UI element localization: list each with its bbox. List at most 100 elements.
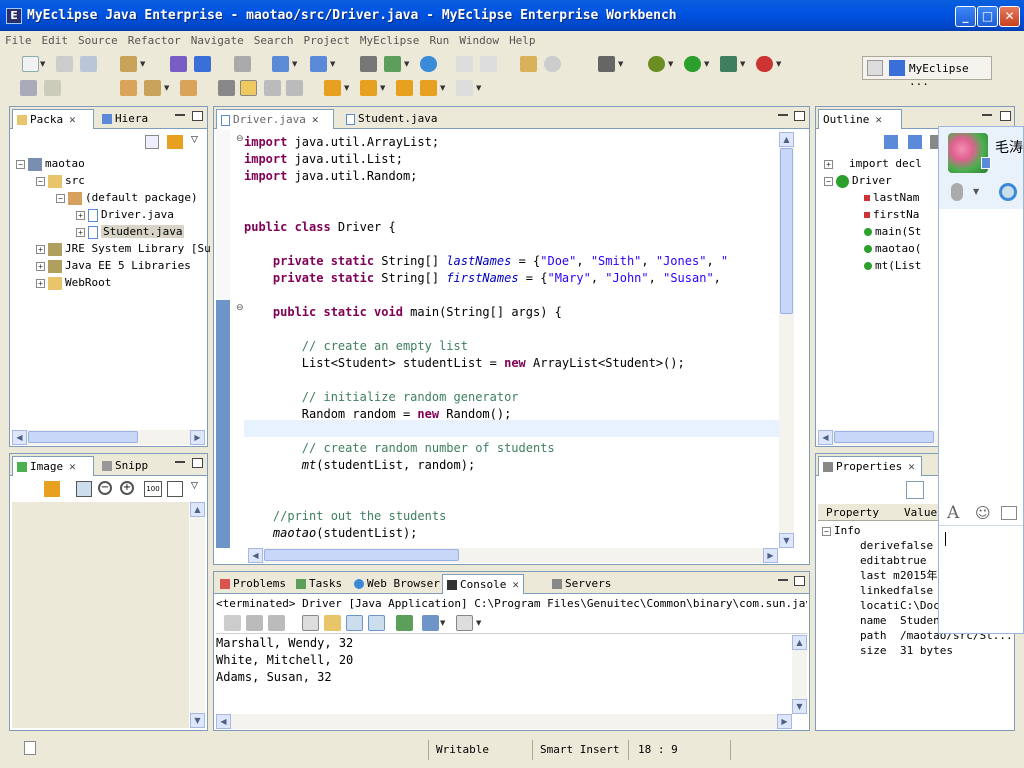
new-interface-icon[interactable] — [310, 56, 327, 72]
highlight-icon[interactable] — [240, 80, 257, 96]
tree-item-driver-java[interactable]: + Driver.java — [76, 206, 174, 223]
pin-console-icon[interactable] — [396, 615, 413, 631]
expand-icon[interactable]: + — [36, 278, 45, 288]
debug-dropdown-icon[interactable]: ▼ — [668, 56, 675, 72]
minimize-view-icon[interactable] — [175, 114, 185, 116]
tab-web-browser[interactable]: Web Browser — [350, 574, 444, 594]
minimize-editor-icon[interactable] — [778, 114, 788, 116]
scroll-left-arrow[interactable]: ◀ — [818, 430, 833, 445]
minimize-view-icon[interactable] — [982, 114, 992, 116]
server-icon[interactable] — [234, 56, 251, 72]
menu-window[interactable]: Window — [454, 31, 504, 47]
collapse-icon[interactable]: − — [16, 159, 25, 169]
console-hscrollbar[interactable]: ◀ ▶ — [216, 714, 792, 729]
annotation-icon[interactable] — [218, 80, 235, 96]
maximize-view-icon[interactable] — [1000, 111, 1011, 121]
tab-problems[interactable]: Problems — [216, 574, 290, 594]
property-column-header[interactable]: Property — [826, 506, 879, 519]
sort-icon[interactable] — [884, 135, 898, 149]
scroll-left-arrow[interactable]: ◀ — [216, 714, 231, 729]
display-console-dropdown-icon[interactable]: ▼ — [440, 615, 447, 631]
fit-image-icon[interactable] — [76, 481, 92, 497]
outline-item-lastnames[interactable]: lastNam — [864, 189, 919, 206]
link-with-editor-icon[interactable] — [167, 135, 183, 149]
code-editor[interactable]: import java.util.ArrayList; import java.… — [244, 134, 728, 542]
tab-servers[interactable]: Servers — [548, 574, 615, 594]
menu-myeclipse[interactable]: MyEclipse — [355, 31, 425, 47]
tree-item-default-package[interactable]: − (default package) — [56, 189, 198, 206]
scroll-right-arrow[interactable]: ▶ — [190, 430, 205, 445]
external-tools-icon[interactable] — [720, 56, 737, 72]
tab-hierarchy[interactable]: Hiera — [98, 109, 152, 129]
debug-icon[interactable] — [648, 56, 665, 72]
hide-fields-icon[interactable] — [908, 135, 922, 149]
back-dropdown-icon[interactable]: ▼ — [440, 80, 447, 96]
perspective-switcher[interactable]: MyEclipse ... — [862, 56, 992, 88]
outline-item-main[interactable]: main(St — [864, 223, 921, 240]
emoji-icon[interactable]: ☺ — [975, 504, 991, 522]
tab-console[interactable]: Console ✕ — [442, 574, 524, 594]
tree-item-student-java[interactable]: + Student.java — [76, 223, 185, 240]
menu-edit[interactable]: Edit — [37, 31, 74, 47]
menu-help[interactable]: Help — [504, 31, 541, 47]
scroll-left-arrow[interactable]: ◀ — [12, 430, 27, 445]
open-console-dropdown-icon[interactable]: ▼ — [476, 615, 483, 631]
forward-dropdown-icon[interactable]: ▼ — [476, 80, 483, 96]
maximize-button[interactable]: □ — [977, 6, 998, 27]
camera-dropdown-icon[interactable]: ▼ — [618, 56, 625, 72]
task-icon[interactable] — [520, 56, 537, 72]
font-icon[interactable]: A — [947, 503, 959, 523]
screenshot-icon[interactable] — [1001, 506, 1017, 520]
open-perspective-icon[interactable] — [867, 60, 883, 76]
property-row[interactable]: path — [860, 628, 887, 643]
fold-toggle-icon[interactable]: ⊖ — [236, 134, 244, 144]
outline-item-maotao[interactable]: maotao( — [864, 240, 921, 257]
prev-annotation-dropdown-icon[interactable]: ▼ — [380, 80, 387, 96]
chat-message-input[interactable] — [939, 525, 1023, 633]
property-row[interactable]: derive — [860, 538, 900, 553]
redo-icon[interactable] — [480, 56, 497, 72]
save-icon[interactable] — [56, 56, 73, 72]
block-selection-icon[interactable] — [264, 80, 281, 96]
fold-toggle-icon[interactable]: ⊖ — [236, 303, 244, 313]
tree-item-webroot[interactable]: + WebRoot — [36, 274, 111, 291]
scroll-thumb[interactable] — [28, 431, 138, 443]
view-menu-icon[interactable]: ▽ — [191, 481, 198, 491]
camera-icon[interactable] — [598, 56, 615, 72]
expand-icon[interactable]: + — [76, 210, 85, 220]
zoom-in-icon[interactable]: + — [120, 481, 134, 495]
close-tab-icon[interactable]: ✕ — [512, 578, 519, 591]
undo-icon[interactable] — [456, 56, 473, 72]
scroll-right-arrow[interactable]: ▶ — [777, 714, 792, 729]
deploy-icon[interactable] — [170, 56, 187, 72]
maximize-view-icon[interactable] — [794, 576, 805, 586]
editor-vscrollbar[interactable]: ▲ ▼ — [779, 132, 794, 548]
tree-item-jre-library[interactable]: + JRE System Library [Su — [36, 240, 211, 257]
new-interface-dropdown-icon[interactable]: ▼ — [330, 56, 337, 72]
scroll-up-arrow[interactable]: ▲ — [792, 635, 807, 650]
clear-console-icon[interactable] — [302, 615, 319, 631]
value-column-header[interactable]: Value — [904, 506, 937, 519]
new-project-icon[interactable] — [120, 56, 137, 72]
close-window-button[interactable]: ✕ — [999, 6, 1020, 27]
menu-file[interactable]: File — [0, 31, 37, 47]
close-tab-icon[interactable]: ✕ — [875, 113, 882, 126]
actual-size-icon[interactable]: 100 — [144, 481, 162, 497]
next-annotation-icon[interactable] — [324, 80, 341, 96]
scroll-up-arrow[interactable]: ▲ — [779, 132, 794, 147]
expand-icon[interactable]: + — [36, 244, 45, 254]
run-dropdown-icon[interactable]: ▼ — [704, 56, 711, 72]
menu-project[interactable]: Project — [298, 31, 354, 47]
tab-driver-java[interactable]: Driver.java ✕ — [216, 109, 334, 129]
outline-item-mt[interactable]: mt(List — [864, 257, 921, 274]
globe-icon[interactable] — [420, 56, 437, 72]
run-icon[interactable] — [684, 56, 701, 72]
scroll-left-arrow[interactable]: ◀ — [248, 548, 263, 563]
maximize-view-icon[interactable] — [192, 111, 203, 121]
external-tools-dropdown-icon[interactable]: ▼ — [740, 56, 747, 72]
scroll-up-arrow[interactable]: ▲ — [190, 502, 205, 517]
tab-student-java[interactable]: Student.java — [342, 109, 441, 129]
collapse-icon[interactable]: − — [36, 176, 45, 186]
forward-icon[interactable] — [456, 80, 473, 96]
microphone-dropdown-icon[interactable]: ▼ — [973, 187, 979, 196]
